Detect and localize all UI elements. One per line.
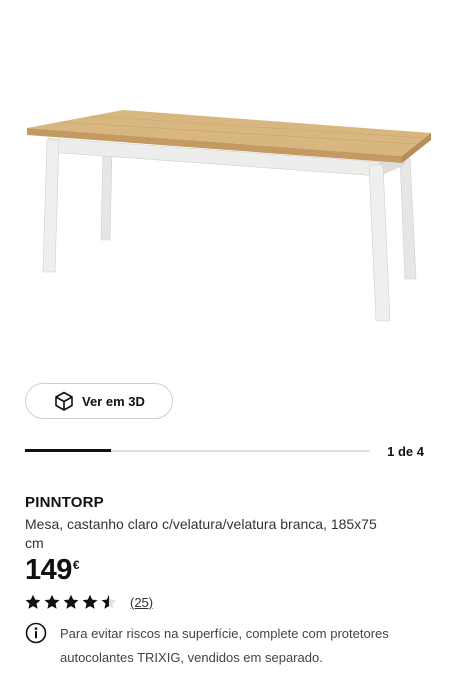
view-in-3d-button[interactable]: Ver em 3D (25, 383, 173, 419)
gallery-progress-bar (25, 449, 370, 452)
price-amount: 149 (25, 554, 72, 586)
gallery-progress-fill (25, 449, 112, 452)
info-notice: Para evitar riscos na superfície, comple… (25, 622, 420, 670)
product-price: 149 € (25, 554, 80, 586)
gallery-pager: 1 de 4 (387, 444, 424, 459)
star-icon (25, 594, 41, 610)
product-description: Mesa, castanho claro c/velatura/velatura… (25, 516, 377, 551)
star-icon (63, 594, 79, 610)
info-notice-text: Para evitar riscos na superfície, comple… (60, 626, 389, 665)
product-image[interactable] (0, 0, 458, 370)
view-in-3d-label: Ver em 3D (82, 393, 145, 409)
info-icon (25, 622, 47, 644)
table-illustration (27, 110, 431, 322)
rating-count-link[interactable]: (25) (130, 595, 153, 610)
product-rating[interactable]: (25) (25, 594, 153, 610)
star-icon (101, 594, 117, 610)
cube-icon (54, 391, 74, 411)
star-icon (44, 594, 60, 610)
rating-stars (25, 594, 120, 610)
product-name: PINNTORP (25, 494, 104, 511)
star-icon (82, 594, 98, 610)
price-currency: € (72, 558, 80, 572)
